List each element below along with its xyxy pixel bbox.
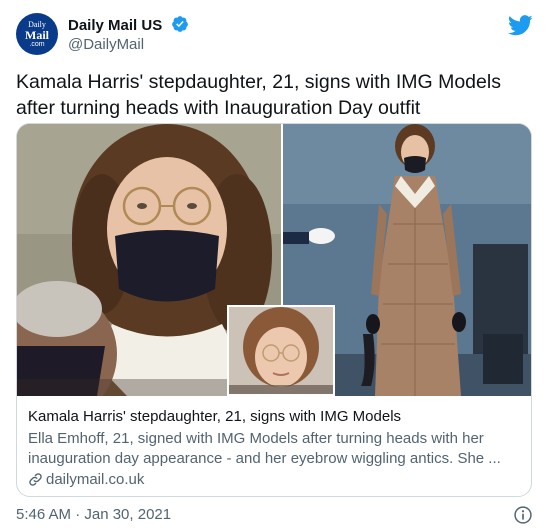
photo-inset-selfie — [227, 305, 335, 396]
display-name[interactable]: Daily Mail US — [68, 17, 162, 34]
card-image[interactable] — [17, 124, 531, 396]
tweet-timestamp[interactable]: 5:46 AM · Jan 30, 2021 — [16, 506, 171, 523]
tweet-embed: Daily Mail .com Daily Mail US @DailyMail… — [0, 0, 549, 530]
tweet-header: Daily Mail .com Daily Mail US @DailyMail — [16, 13, 533, 61]
twitter-bird-icon[interactable] — [508, 15, 533, 41]
card-domain-text: dailymail.co.uk — [46, 471, 145, 488]
verified-badge-icon — [171, 15, 189, 38]
avatar[interactable]: Daily Mail .com — [16, 13, 58, 55]
card-description: Ella Emhoff, 21, signed with IMG Models … — [28, 430, 501, 467]
name-row: Daily Mail US — [68, 15, 189, 35]
card-domain[interactable]: dailymail.co.uk — [28, 470, 524, 493]
avatar-text-com: .com — [29, 41, 45, 48]
card-title[interactable]: Kamala Harris' stepdaughter, 21, signs w… — [28, 407, 524, 427]
tweet-text: Kamala Harris' stepdaughter, 21, signs w… — [16, 71, 501, 119]
account-handle[interactable]: @DailyMail — [68, 36, 144, 53]
info-icon[interactable] — [513, 505, 533, 530]
card-text: Kamala Harris' stepdaughter, 21, signs w… — [28, 407, 524, 493]
link-card[interactable]: Kamala Harris' stepdaughter, 21, signs w… — [16, 123, 532, 497]
link-icon — [28, 472, 43, 493]
